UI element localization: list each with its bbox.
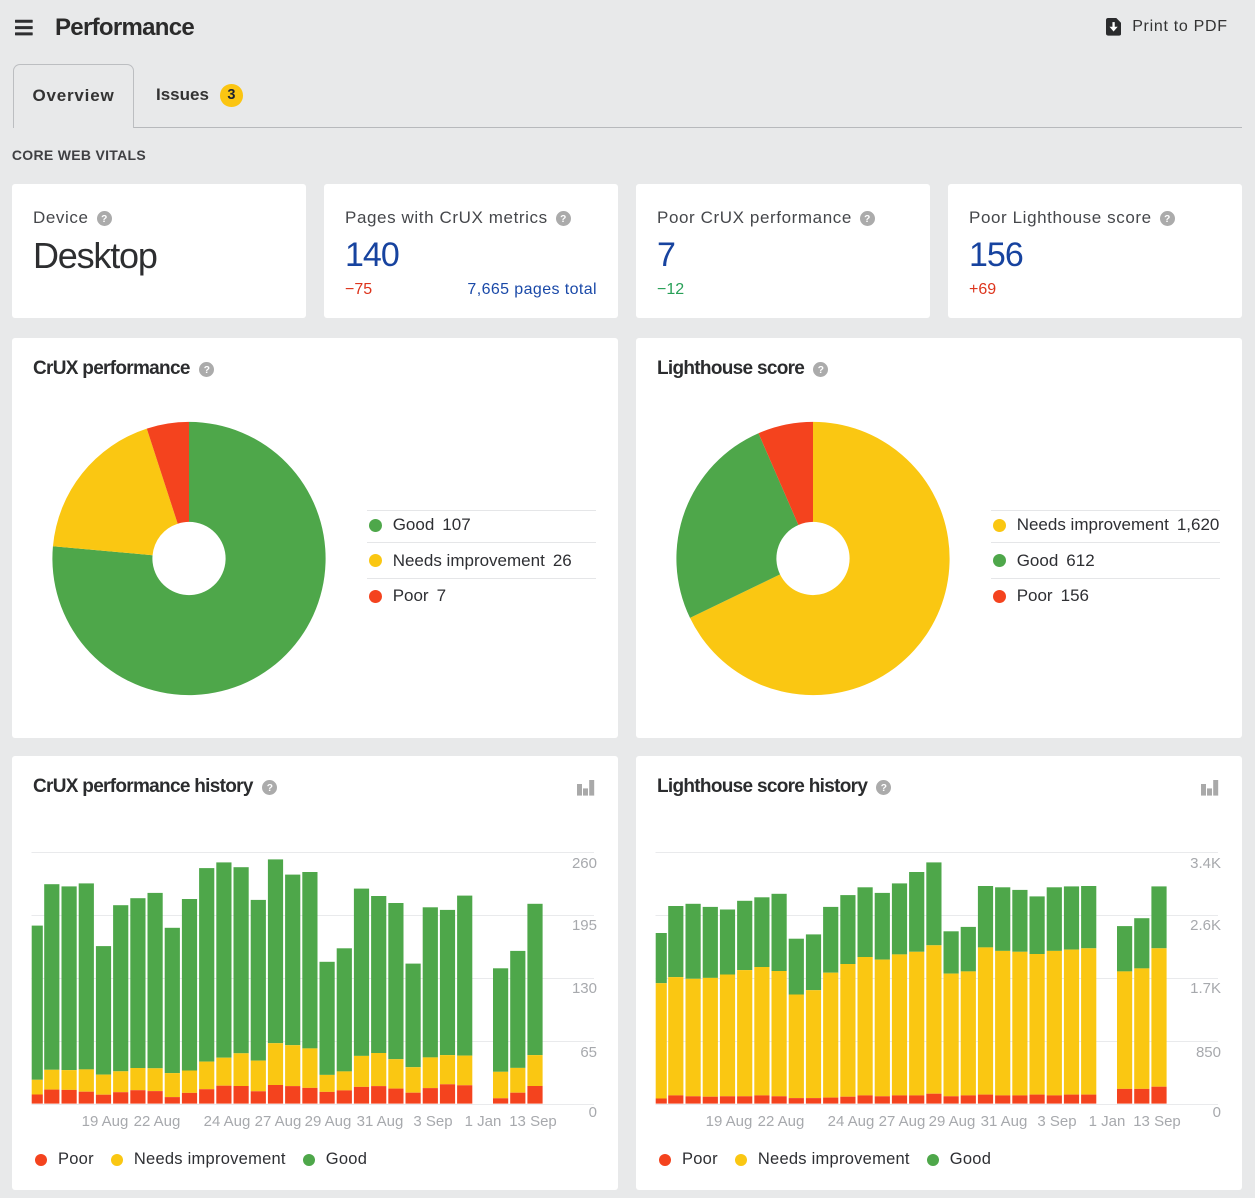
svg-text:?: ? — [560, 214, 567, 225]
svg-text:?: ? — [1164, 214, 1171, 225]
svg-text:?: ? — [864, 214, 871, 225]
svg-text:?: ? — [101, 214, 108, 225]
